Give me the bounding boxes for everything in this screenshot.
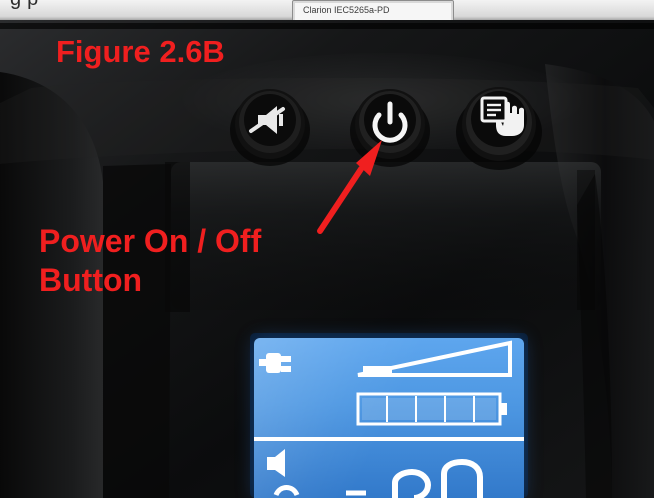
battery-icon bbox=[356, 392, 507, 426]
ups-device-photo: g p Clarion IEC5265a-PD bbox=[0, 0, 654, 498]
lcd-display-svg bbox=[254, 340, 524, 498]
ac-plug-icon bbox=[259, 353, 291, 373]
speaker-icon bbox=[267, 449, 285, 477]
partial-display-symbols bbox=[273, 458, 483, 498]
lcd-display bbox=[254, 338, 524, 498]
power-button-callout: Power On / Off Button bbox=[39, 223, 262, 298]
load-bar-icon bbox=[357, 340, 512, 377]
